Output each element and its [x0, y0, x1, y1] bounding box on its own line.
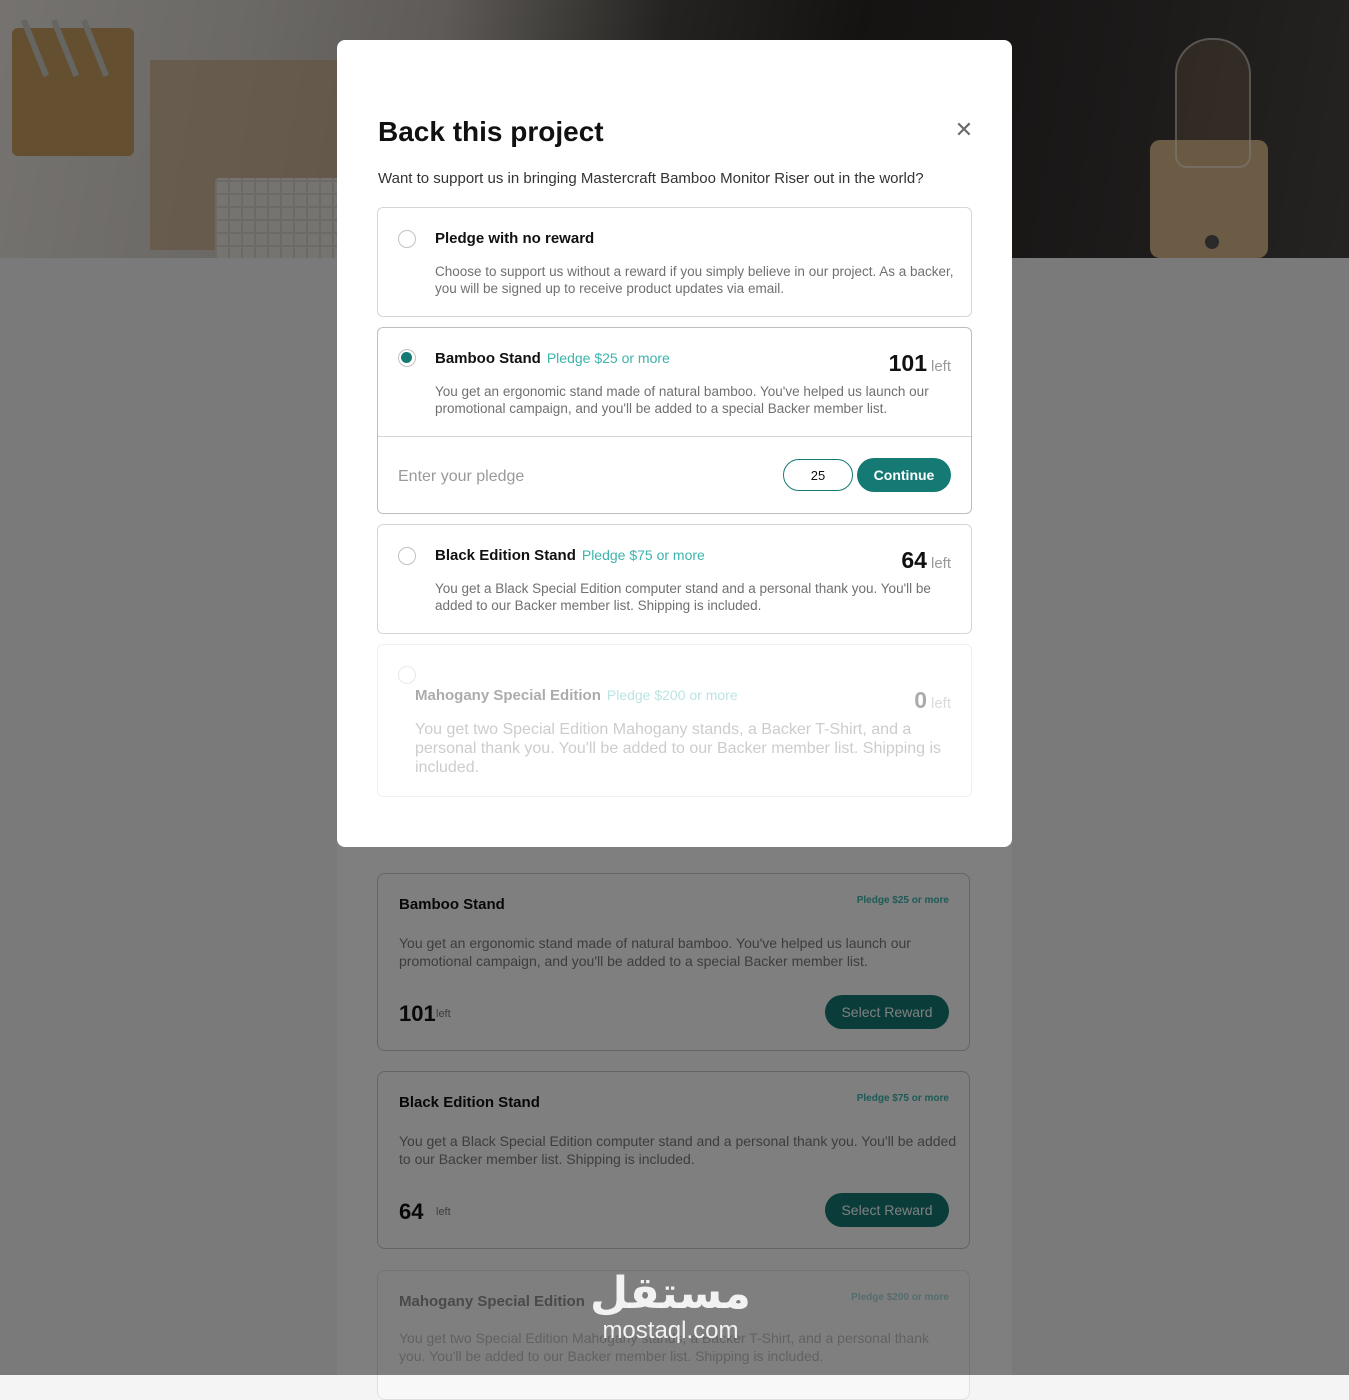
back-project-modal: Back this project ✕ Want to support us i…	[337, 40, 1012, 847]
option-description: You get two Special Edition Mahogany sta…	[415, 721, 942, 776]
option-description: Choose to support us without a reward if…	[435, 264, 954, 296]
option-stock: 101 left	[889, 350, 951, 377]
option-name: Black Edition Stand	[435, 547, 576, 564]
close-icon[interactable]: ✕	[953, 119, 975, 141]
option-price: Pledge $25 or more	[546, 350, 670, 366]
option-title: Bamboo Stand Pledge $25 or more	[435, 350, 670, 367]
modal-title: Back this project	[378, 116, 604, 147]
option-price: Pledge $75 or more	[581, 547, 705, 563]
option-price: Pledge $200 or more	[606, 687, 738, 703]
stock-count: 64	[901, 547, 927, 573]
option-name: Mahogany Special Edition	[415, 687, 601, 704]
radio-button[interactable]	[398, 547, 416, 565]
stock-count: 0	[914, 687, 927, 713]
option-stock: 64 left	[901, 547, 951, 574]
option-title: Black Edition Stand Pledge $75 or more	[435, 547, 705, 564]
continue-button[interactable]: Continue	[857, 458, 951, 492]
option-title: Pledge with no reward	[435, 230, 595, 247]
option-name: Bamboo Stand	[435, 350, 541, 367]
watermark-domain: mostaql.com	[602, 1317, 739, 1344]
stock-left-label: left	[930, 555, 951, 572]
radio-button-selected[interactable]	[398, 349, 416, 367]
pledge-option-black-edition[interactable]: Black Edition Stand Pledge $75 or more 64…	[377, 524, 972, 634]
divider	[378, 436, 971, 437]
watermark-logo: مستقل mostaql.com	[590, 1270, 751, 1344]
pledge-option-no-reward[interactable]: Pledge with no reward Choose to support …	[377, 207, 972, 317]
pledge-amount-input[interactable]	[783, 459, 853, 491]
stock-count: 101	[888, 350, 927, 376]
option-stock: 0 left	[914, 687, 951, 714]
modal-subtitle: Want to support us in bringing Mastercra…	[378, 170, 924, 187]
option-description: You get a Black Special Edition computer…	[435, 581, 931, 613]
radio-button[interactable]	[398, 230, 416, 248]
stock-left-label: left	[930, 695, 951, 712]
stock-left-label: left	[930, 358, 951, 375]
pledge-label: Enter your pledge	[398, 468, 525, 485]
pledge-option-bamboo-stand[interactable]: Bamboo Stand Pledge $25 or more 101 left Y…	[377, 327, 972, 514]
option-description: You get an ergonomic stand made of natur…	[435, 384, 929, 416]
pledge-option-mahogany: Mahogany Special Edition Pledge $200 or m…	[377, 644, 972, 797]
radio-button-disabled	[398, 666, 416, 684]
watermark-arabic: مستقل	[590, 1268, 751, 1319]
option-title: Mahogany Special Edition Pledge $200 or m…	[415, 687, 738, 704]
